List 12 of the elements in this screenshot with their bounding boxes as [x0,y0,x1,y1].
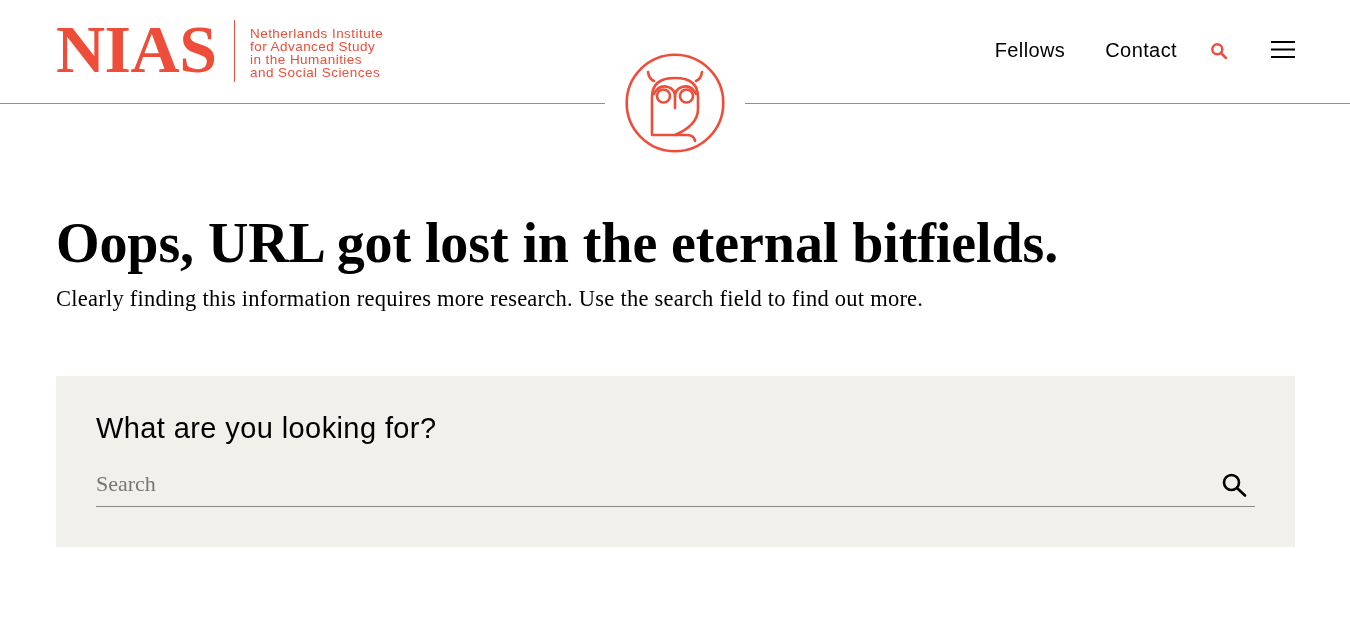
intro-text: Clearly finding this information requires more research. Use the search field to find out more. [56,284,925,313]
logo-wordmark[interactable]: NIAS [56,15,217,83]
search-label: What are you looking for? [96,410,437,446]
nav-link[interactable]: Fellows [994,38,1066,62]
search-button[interactable] [1222,472,1247,497]
owl-icon[interactable] [625,53,725,153]
menu-icon[interactable] [1271,41,1295,58]
nav-link[interactable]: Contact [1105,38,1177,62]
search-icon[interactable] [1211,43,1227,59]
page-heading: Oops, URL got lost in the eternal bitfields. [56,213,1060,275]
search-field[interactable]: Search [96,462,1255,507]
logo-tagline: Netherlands Institute for Advanced Study in the Humanities and Social Sciences [250,27,384,79]
